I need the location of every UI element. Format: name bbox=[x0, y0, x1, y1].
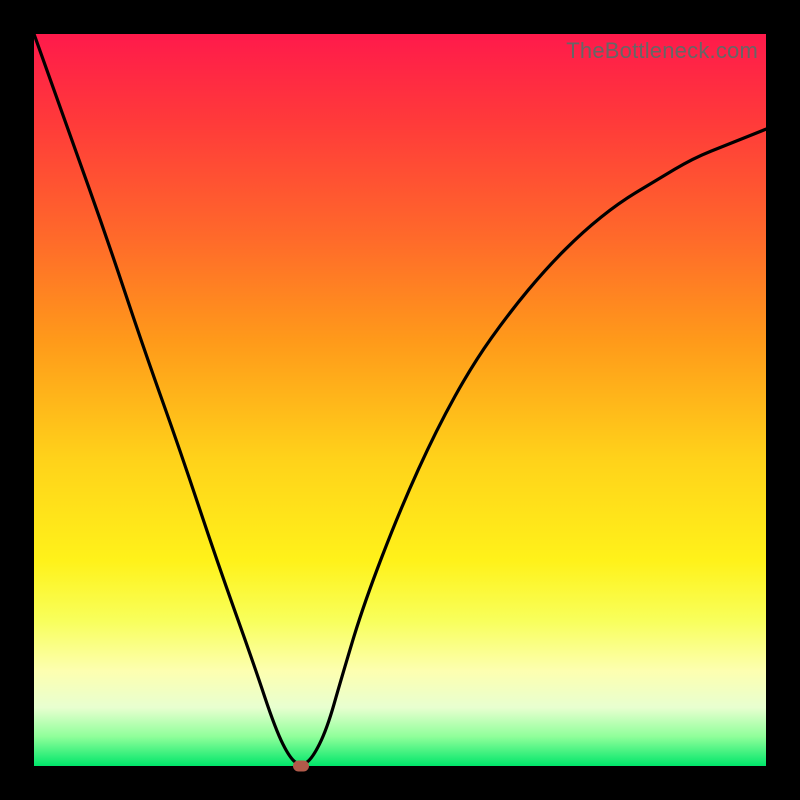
minimum-marker bbox=[293, 761, 309, 772]
curve-layer bbox=[34, 34, 766, 766]
bottleneck-curve bbox=[34, 34, 766, 764]
plot-area: TheBottleneck.com bbox=[34, 34, 766, 766]
chart-frame: TheBottleneck.com bbox=[0, 0, 800, 800]
watermark-text: TheBottleneck.com bbox=[566, 38, 758, 64]
